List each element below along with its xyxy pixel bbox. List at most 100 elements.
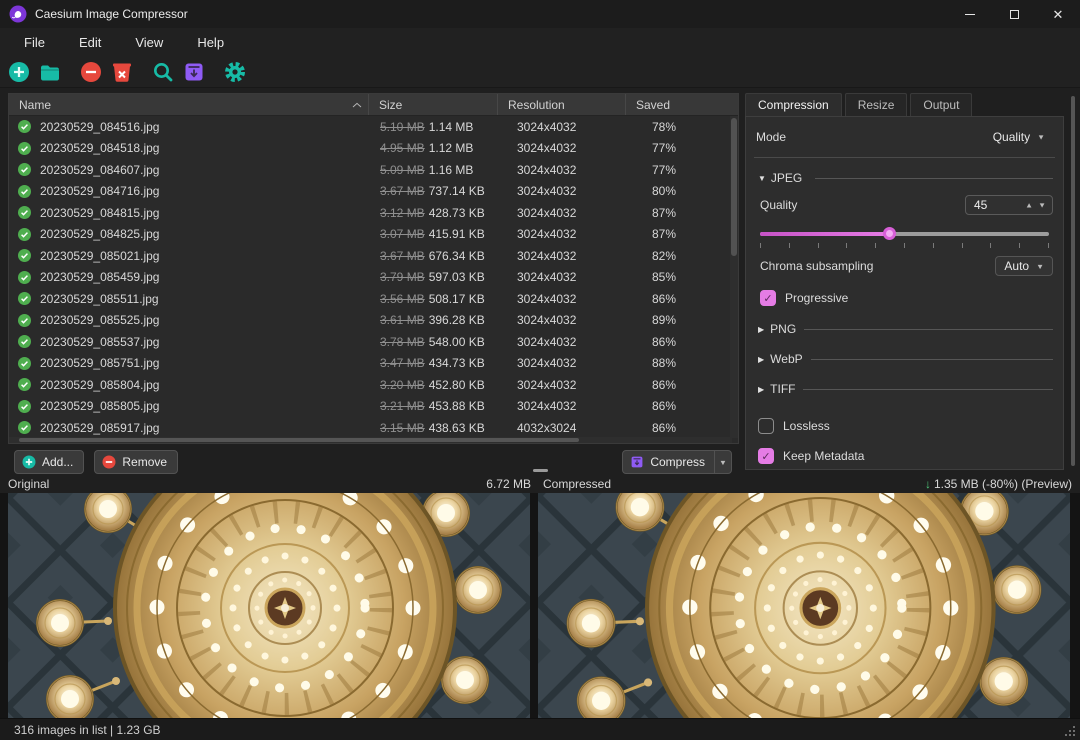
compress-options-button[interactable]: ▼ (714, 451, 731, 473)
compressed-check-icon (18, 163, 31, 176)
resolution-cell: 3024x4032 (497, 120, 625, 134)
preview-icon[interactable] (152, 61, 174, 83)
spin-down-icon[interactable]: ▼ (1038, 201, 1046, 209)
section-webp[interactable]: ▶WebP (758, 352, 1053, 366)
menu-view[interactable]: View (118, 35, 180, 50)
remove-file-icon[interactable] (80, 61, 102, 83)
add-button[interactable]: Add... (14, 450, 84, 474)
tab-output[interactable]: Output (910, 93, 972, 116)
column-header-resolution[interactable]: Resolution (497, 94, 625, 115)
saved-cell: 89% (625, 313, 731, 327)
compressed-check-icon (18, 228, 31, 241)
maximize-button[interactable] (992, 0, 1036, 28)
column-header-size[interactable]: Size (368, 94, 497, 115)
table-row[interactable]: 20230529_084518.jpg4.95 MB1.12 MB3024x40… (9, 138, 738, 160)
section-png[interactable]: ▶PNG (758, 322, 1053, 336)
quality-spinbox[interactable]: 45 ▲ ▼ (965, 195, 1053, 215)
saved-cell: 82% (625, 249, 731, 263)
resize-grip-icon[interactable] (1073, 726, 1075, 728)
chroma-subsampling-dropdown[interactable]: Auto ▼ (995, 256, 1053, 276)
size-cell: 3.67 MB737.14 KB (368, 184, 497, 198)
saved-cell: 77% (625, 163, 731, 177)
table-row[interactable]: 20230529_085021.jpg3.67 MB676.34 KB3024x… (9, 245, 738, 267)
open-folder-icon[interactable] (39, 61, 61, 83)
compressed-check-icon (18, 142, 31, 155)
original-preview-image[interactable] (8, 493, 530, 718)
table-row[interactable]: 20230529_084815.jpg3.12 MB428.73 KB3024x… (9, 202, 738, 224)
spin-up-icon[interactable]: ▲ (1025, 201, 1033, 209)
table-row[interactable]: 20230529_085805.jpg3.21 MB453.88 KB3024x… (9, 396, 738, 418)
compressed-preview-image[interactable] (538, 493, 1070, 718)
panel-scrollbar[interactable] (1071, 96, 1075, 466)
scrollbar-thumb[interactable] (731, 118, 737, 256)
table-row[interactable]: 20230529_085804.jpg3.20 MB452.80 KB3024x… (9, 374, 738, 396)
column-header-saved[interactable]: Saved (625, 94, 731, 115)
menu-edit[interactable]: Edit (62, 35, 118, 50)
actions-row: Add... Remove Compress ▼ (14, 450, 732, 474)
file-name-cell: 20230529_085525.jpg (9, 313, 368, 327)
file-name-cell: 20230529_085751.jpg (9, 356, 368, 370)
compress-split-button: Compress ▼ (622, 450, 732, 474)
size-cell: 3.20 MB452.80 KB (368, 378, 497, 392)
table-vertical-scrollbar[interactable] (730, 116, 738, 438)
close-button[interactable]: ✕ (1036, 0, 1080, 28)
preview-splitter-handle[interactable] (533, 469, 548, 472)
titlebar: Caesium Image Compressor ✕ (0, 0, 1080, 28)
saved-cell: 87% (625, 227, 731, 241)
savings-text: 1.35 MB (-80%) (Preview) (934, 477, 1072, 491)
resolution-cell: 3024x4032 (497, 227, 625, 241)
maximize-icon (1010, 10, 1019, 19)
quality-slider[interactable] (760, 227, 1049, 240)
table-row[interactable]: 20230529_085525.jpg3.61 MB396.28 KB3024x… (9, 310, 738, 332)
preview-area (0, 493, 1080, 740)
section-tiff[interactable]: ▶TIFF (758, 382, 1053, 396)
saved-cell: 87% (625, 206, 731, 220)
table-row[interactable]: 20230529_085751.jpg3.47 MB434.73 KB3024x… (9, 353, 738, 375)
expand-arrow-icon: ▶ (758, 355, 764, 364)
jpeg-section-header[interactable]: ▼ JPEG (758, 171, 1053, 185)
window-title: Caesium Image Compressor (35, 7, 188, 21)
scrollbar-thumb[interactable] (19, 438, 579, 442)
compress-button[interactable]: Compress (623, 451, 714, 473)
original-label: Original (8, 477, 49, 491)
menu-file[interactable]: File (7, 35, 62, 50)
chevron-down-icon: ▼ (719, 458, 727, 466)
saved-cell: 78% (625, 120, 731, 134)
table-row[interactable]: 20230529_085511.jpg3.56 MB508.17 KB3024x… (9, 288, 738, 310)
mode-dropdown[interactable]: Quality ▼ (985, 127, 1053, 147)
add-files-icon[interactable] (8, 61, 30, 83)
table-row[interactable]: 20230529_084825.jpg3.07 MB415.91 KB3024x… (9, 224, 738, 246)
tab-compression[interactable]: Compression (745, 93, 842, 116)
compressed-check-icon (18, 335, 31, 348)
remove-icon (102, 455, 116, 469)
settings-icon[interactable] (224, 61, 246, 83)
compressed-check-icon (18, 185, 31, 198)
file-name-cell: 20230529_084516.jpg (9, 120, 368, 134)
compress-icon[interactable] (183, 61, 205, 83)
keep-metadata-checkbox[interactable]: ✓ (758, 448, 774, 464)
table-row[interactable]: 20230529_085537.jpg3.78 MB548.00 KB3024x… (9, 331, 738, 353)
progressive-checkbox[interactable]: ✓ (760, 290, 776, 306)
table-row[interactable]: 20230529_084607.jpg5.09 MB1.16 MB3024x40… (9, 159, 738, 181)
table-row[interactable]: 20230529_085459.jpg3.79 MB597.03 KB3024x… (9, 267, 738, 289)
column-header-name[interactable]: Name (9, 94, 368, 115)
resolution-cell: 3024x4032 (497, 249, 625, 263)
compressed-check-icon (18, 249, 31, 262)
tab-resize[interactable]: Resize (845, 93, 908, 116)
compressed-check-icon (18, 400, 31, 413)
file-name-cell: 20230529_085511.jpg (9, 292, 368, 306)
table-horizontal-scrollbar[interactable] (9, 437, 732, 443)
table-row[interactable]: 20230529_084716.jpg3.67 MB737.14 KB3024x… (9, 181, 738, 203)
collapsed-sections: ▶PNG ▶WebP ▶TIFF (754, 322, 1055, 396)
saved-cell: 86% (625, 335, 731, 349)
quality-slider-handle[interactable] (883, 227, 896, 240)
quality-value: 45 (966, 198, 1025, 212)
clear-list-icon[interactable] (111, 61, 133, 83)
minimize-button[interactable] (948, 0, 992, 28)
menu-help[interactable]: Help (180, 35, 241, 50)
resolution-cell: 3024x4032 (497, 399, 625, 413)
lossless-checkbox[interactable]: ✓ (758, 418, 774, 434)
remove-button[interactable]: Remove (94, 450, 178, 474)
table-row[interactable]: 20230529_084516.jpg5.10 MB1.14 MB3024x40… (9, 116, 738, 138)
table-row[interactable]: 20230529_085917.jpg3.15 MB438.63 KB4032x… (9, 417, 738, 438)
